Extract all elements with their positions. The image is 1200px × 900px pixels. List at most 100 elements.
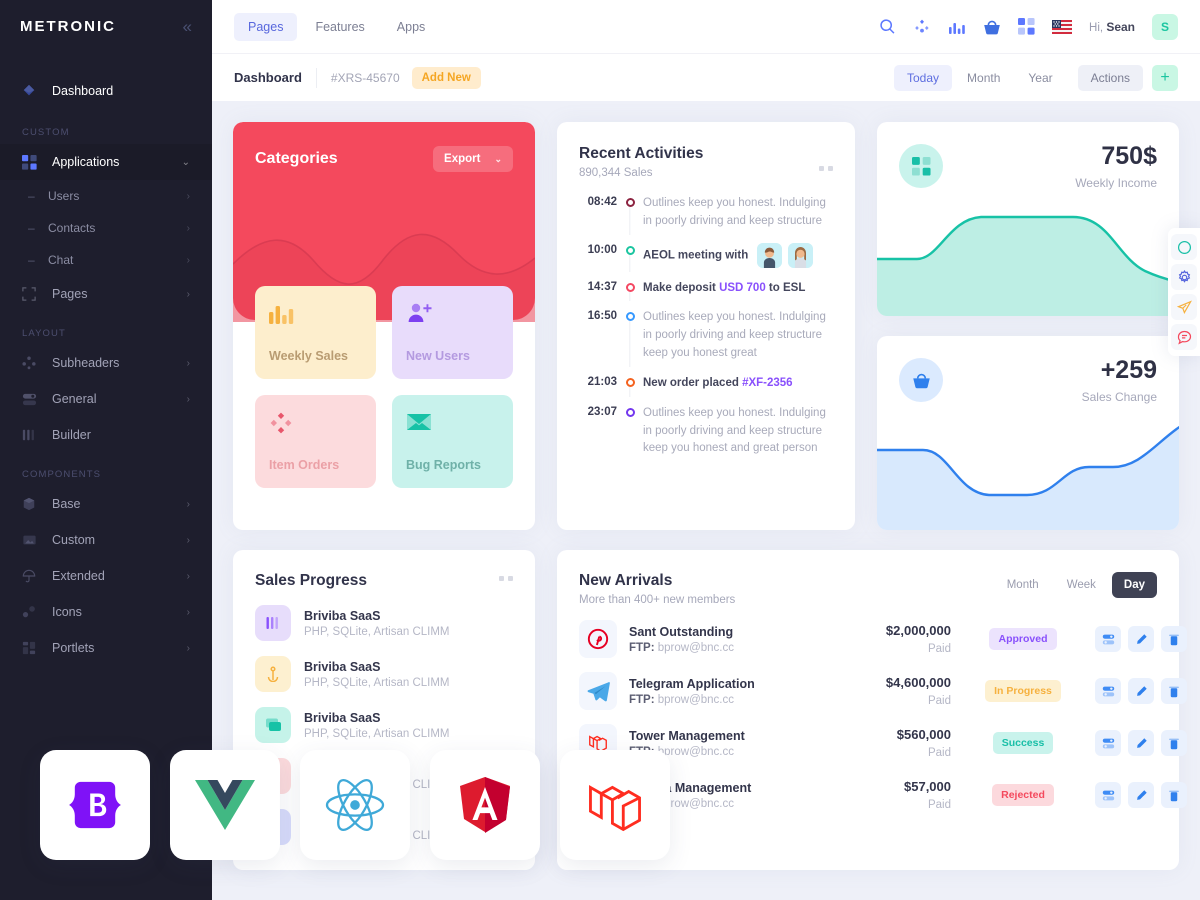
switch-icon[interactable] [1095,626,1121,652]
diamonds-icon [269,411,362,438]
list-item[interactable]: Briviba SaaS PHP, SQLite, Artisan CLIMM [255,707,513,743]
basket-icon[interactable] [983,19,1001,35]
sales-change-card: +259 Sales Change [877,336,1179,530]
tab-features[interactable]: Features [301,13,378,41]
delete-icon[interactable] [1161,782,1187,808]
sidebar-item-applications[interactable]: Applications ⌄ [0,144,212,180]
activity-text: New order placed #XF-2356 [643,375,833,393]
row-ftp-value: bprow@bnc.cc [657,745,734,758]
tile-new-users[interactable]: New Users [392,286,513,379]
row-ftp-value: bprow@bnc.cc [657,641,734,654]
range-year[interactable]: Year [1015,65,1065,91]
delete-icon[interactable] [1161,730,1187,756]
list-item[interactable]: Briviba SaaS PHP, SQLite, Artisan CLIMM [255,605,513,641]
stat-value: +259 [1100,356,1157,384]
activity-label: Make deposit [643,281,720,294]
range-month[interactable]: Month [954,65,1013,91]
angular-logo[interactable] [430,750,540,860]
cube-icon [22,497,44,511]
sidebar-item-builder[interactable]: Builder [0,417,212,453]
activity-item[interactable]: 16:50 Outlines keep you honest. Indulgin… [579,309,833,374]
sidebar-item-extended[interactable]: Extended › [0,558,212,594]
activity-time: 10:00 [587,243,617,256]
add-new-button[interactable]: Add New [411,66,481,89]
sidebar-item-icons[interactable]: Icons › [0,594,212,630]
list-item-title: Briviba SaaS [304,608,381,623]
activity-item[interactable]: 14:37 Make deposit USD 700 to ESL [579,280,833,310]
delete-icon[interactable] [1161,678,1187,704]
activity-time: 21:03 [587,375,617,388]
sidebar-item-users[interactable]: – Users › [0,180,212,212]
row-amount-value: $4,600,000 [885,675,951,690]
laravel-logo[interactable] [560,750,670,860]
table-row[interactable]: Telegram Application FTP: bprow@bnc.cc $… [579,672,1187,710]
edit-icon[interactable] [1128,678,1154,704]
sidebar-collapse-icon[interactable]: « [183,18,192,35]
tab-pages[interactable]: Pages [234,12,298,41]
bar-chart-icon[interactable] [948,19,966,35]
grid-icon[interactable] [1018,18,1035,35]
table-row[interactable]: Sant Outstanding FTP: bprow@bnc.cc $2,00… [579,620,1187,658]
sidebar-item-general[interactable]: General › [0,381,212,417]
edit-icon[interactable] [1128,782,1154,808]
row-actions [1095,730,1187,756]
floating-toolbar [1168,228,1200,356]
flag-us-icon[interactable] [1052,19,1073,34]
segment-week[interactable]: Week [1055,572,1108,598]
delete-icon[interactable] [1161,626,1187,652]
timeline-marker [617,195,643,235]
sidebar-item-portlets[interactable]: Portlets › [0,630,212,666]
bootstrap-logo[interactable] [40,750,150,860]
new-arrivals-subtitle: More than 400+ new members [579,594,736,606]
sidebar-item-subheaders[interactable]: Subheaders › [0,345,212,381]
switch-icon[interactable] [1095,730,1121,756]
actions-button[interactable]: Actions [1077,64,1143,91]
scatter-icon[interactable] [913,18,931,36]
sidebar-item-dashboard[interactable]: Dashboard [0,71,212,111]
grid-squares-icon [899,144,943,188]
activity-item[interactable]: 21:03 New order placed #XF-2356 [579,375,833,405]
gear-icon[interactable] [1171,264,1197,290]
card-menu-icon[interactable] [819,166,833,171]
row-actions [1095,678,1187,704]
avatar[interactable]: S [1152,13,1178,40]
droplet-icon[interactable] [1171,234,1197,260]
chevron-right-icon: › [186,570,190,582]
sidebar-item-chat[interactable]: – Chat › [0,244,212,276]
range-today[interactable]: Today [894,64,953,91]
switch-icon[interactable] [1095,782,1121,808]
send-icon[interactable] [1171,294,1197,320]
activity-item[interactable]: 10:00 AEOL meeting with [579,242,833,280]
sidebar-item-pages[interactable]: Pages › [0,276,212,312]
edit-icon[interactable] [1128,730,1154,756]
weekly-income-card: 750$ Weekly Income [877,122,1179,316]
segment-day[interactable]: Day [1111,572,1157,598]
new-arrivals-heading: New Arrivals More than 400+ new members [579,572,735,606]
vue-logo[interactable] [170,750,280,860]
chat-icon[interactable] [1171,324,1197,350]
activity-link[interactable]: #XF-2356 [742,377,793,389]
list-item[interactable]: Briviba SaaS PHP, SQLite, Artisan CLIMM [255,656,513,692]
categories-title: Categories [255,150,338,167]
tile-weekly-sales[interactable]: Weekly Sales [255,286,376,379]
tile-item-orders[interactable]: Item Orders [255,395,376,488]
switch-icon[interactable] [1095,678,1121,704]
activity-item[interactable]: 23:07 Outlines keep you honest. Indulgin… [579,405,833,470]
tile-bug-reports[interactable]: Bug Reports [392,395,513,488]
sidebar-item-base[interactable]: Base › [0,486,212,522]
search-icon[interactable] [879,18,896,35]
card-menu-icon[interactable] [499,576,513,581]
activity-link[interactable]: USD 700 [719,282,766,294]
export-button[interactable]: Export ⌄ [433,146,513,172]
activity-item[interactable]: 08:42 Outlines keep you honest. Indulgin… [579,195,833,243]
sidebar-item-contacts[interactable]: – Contacts › [0,212,212,244]
sidebar-item-custom[interactable]: Custom › [0,522,212,558]
edit-icon[interactable] [1128,626,1154,652]
chevron-right-icon: › [186,288,190,300]
react-logo[interactable] [300,750,410,860]
row-status-wrap: Approved [963,628,1083,650]
segment-month[interactable]: Month [995,572,1051,598]
tab-apps[interactable]: Apps [383,13,440,41]
image-icon [22,533,44,547]
add-button[interactable]: + [1152,64,1178,91]
